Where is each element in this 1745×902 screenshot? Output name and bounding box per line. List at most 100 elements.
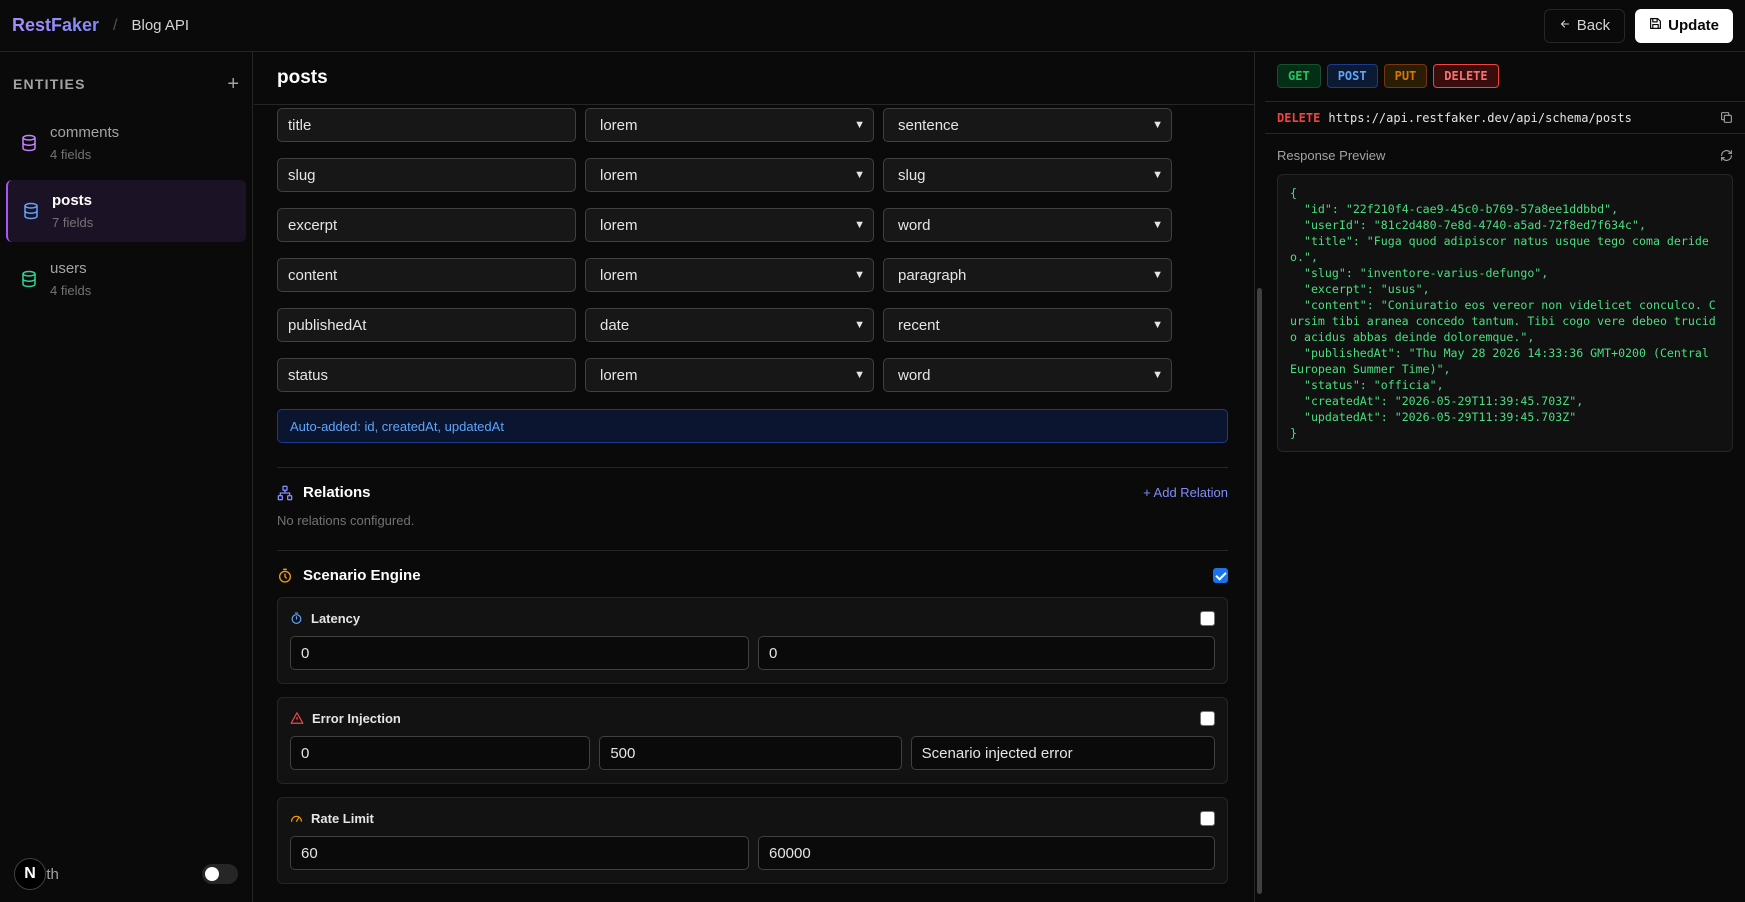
sidebar-item-comments[interactable]: comments 4 fields — [6, 112, 246, 174]
field-row: title lorem ▼ sentence ▼ — [277, 108, 1231, 142]
warning-icon — [290, 712, 304, 724]
chevron-down-icon: ▼ — [854, 269, 865, 281]
chevron-down-icon: ▼ — [854, 169, 865, 181]
brand-logo[interactable]: RestFaker — [12, 15, 99, 36]
field-name-input[interactable]: title — [277, 108, 576, 142]
update-button[interactable]: Update — [1635, 8, 1733, 43]
method-tab-post[interactable]: POST — [1326, 64, 1378, 88]
endpoint-url-bar: DELETE https://api.restfaker.dev/api/sch… — [1265, 101, 1745, 134]
add-relation-button[interactable]: + Add Relation — [1143, 485, 1228, 500]
error-status-input[interactable]: 500 — [599, 736, 902, 770]
refresh-icon[interactable] — [1720, 149, 1733, 162]
database-icon — [22, 134, 36, 152]
method-tab-get[interactable]: GET — [1277, 64, 1321, 88]
back-button[interactable]: Back — [1543, 8, 1626, 43]
add-entity-icon[interactable]: + — [227, 74, 239, 94]
entity-name: posts — [52, 192, 93, 209]
method-tabs: GET POST PUT DELETE — [1265, 52, 1745, 88]
entity-field-count: 7 fields — [52, 215, 94, 230]
scenario-header: Scenario Engine — [277, 567, 1228, 584]
next-badge[interactable]: N — [14, 858, 46, 890]
selected-value: slug — [898, 166, 926, 184]
sidebar-title: ENTITIES — [13, 76, 86, 92]
field-generator-select[interactable]: word ▼ — [883, 358, 1172, 392]
chevron-down-icon: ▼ — [1152, 319, 1163, 331]
divider — [277, 550, 1228, 551]
scrollbar-thumb[interactable] — [1257, 288, 1262, 894]
relations-empty-text: No relations configured. — [277, 513, 415, 528]
database-icon — [22, 270, 36, 288]
selected-value: sentence — [898, 116, 959, 134]
field-row: excerpt lorem ▼ word ▼ — [277, 208, 1231, 242]
field-name-input[interactable]: excerpt — [277, 208, 576, 242]
sidebar-item-users[interactable]: users 4 fields — [6, 248, 246, 310]
sidebar-footer: N uth — [0, 846, 252, 902]
error-injection-title: Error Injection — [312, 710, 401, 726]
field-row: content lorem ▼ paragraph ▼ — [277, 258, 1231, 292]
latency-checkbox[interactable] — [1200, 610, 1215, 626]
chevron-down-icon: ▼ — [854, 119, 865, 131]
top-bar: RestFaker / Blog API Back Update — [0, 0, 1745, 52]
error-message-input[interactable]: Scenario injected error — [910, 736, 1215, 770]
field-name-input[interactable]: slug — [277, 158, 576, 192]
field-generator-select[interactable]: paragraph ▼ — [883, 258, 1172, 292]
relations-icon — [277, 485, 293, 500]
field-name-input[interactable]: content — [277, 258, 576, 292]
entity-name: comments — [50, 124, 120, 141]
entity-field-count: 4 fields — [50, 283, 92, 298]
field-type-select[interactable]: date ▼ — [585, 308, 874, 342]
auth-toggle[interactable] — [202, 864, 238, 884]
field-type-select[interactable]: lorem ▼ — [585, 258, 874, 292]
latency-max-input[interactable]: 0 — [758, 636, 1215, 670]
response-json: { "id": "22f210f4-cae9-45c0-b769-57a8ee1… — [1277, 174, 1733, 452]
selected-value: lorem — [600, 366, 638, 384]
back-button-label: Back — [1576, 17, 1611, 34]
scenario-enabled-checkbox[interactable] — [1213, 568, 1228, 583]
chevron-down-icon: ▼ — [854, 319, 865, 331]
auto-added-notice: Auto-added: id, createdAt, updatedAt — [277, 409, 1228, 443]
chevron-down-icon: ▼ — [1152, 369, 1163, 381]
method-tab-put[interactable]: PUT — [1383, 64, 1428, 88]
timer-icon — [291, 611, 302, 624]
field-type-select[interactable]: lorem ▼ — [585, 208, 874, 242]
endpoint-url: https://api.restfaker.dev/api/schema/pos… — [1328, 110, 1632, 125]
method-tab-delete[interactable]: DELETE — [1433, 64, 1499, 88]
selected-value: lorem — [600, 166, 638, 184]
entity-field-count: 4 fields — [50, 147, 92, 162]
selected-value: lorem — [600, 116, 638, 134]
project-name: Blog API — [131, 17, 190, 34]
breadcrumb-separator: / — [113, 16, 118, 34]
field-type-select[interactable]: lorem ▼ — [585, 108, 874, 142]
latency-min-input[interactable]: 0 — [290, 636, 749, 670]
rate-window-input[interactable]: 60000 — [758, 836, 1215, 870]
latency-title: Latency — [311, 610, 361, 626]
error-injection-card: Error Injection 0 500 Scenario injected … — [277, 697, 1228, 784]
field-generator-select[interactable]: slug ▼ — [883, 158, 1172, 192]
field-type-select[interactable]: lorem ▼ — [585, 358, 874, 392]
selected-value: date — [600, 316, 630, 334]
field-generator-select[interactable]: recent ▼ — [883, 308, 1172, 342]
rate-limit-title: Rate Limit — [311, 810, 374, 826]
field-generator-select[interactable]: sentence ▼ — [883, 108, 1172, 142]
field-name-input[interactable]: status — [277, 358, 576, 392]
page-title: posts — [277, 67, 328, 88]
relations-header: Relations + Add Relation — [277, 484, 1228, 501]
field-type-select[interactable]: lorem ▼ — [585, 158, 874, 192]
gauge-icon — [291, 815, 302, 822]
field-generator-select[interactable]: word ▼ — [883, 208, 1172, 242]
main-scrollbar[interactable] — [1254, 52, 1264, 902]
entity-name: users — [50, 260, 87, 277]
error-injection-checkbox[interactable] — [1200, 710, 1215, 726]
copy-icon[interactable] — [1720, 111, 1733, 124]
sidebar: ENTITIES + comments 4 fields posts 7 fie… — [0, 52, 253, 902]
sidebar-item-posts[interactable]: posts 7 fields — [6, 180, 246, 242]
error-rate-input[interactable]: 0 — [290, 736, 591, 770]
field-name-input[interactable]: publishedAt — [277, 308, 576, 342]
chevron-down-icon: ▼ — [854, 219, 865, 231]
rate-limit-input[interactable]: 60 — [290, 836, 749, 870]
chevron-down-icon: ▼ — [1152, 119, 1163, 131]
rate-limit-checkbox[interactable] — [1200, 810, 1215, 826]
chevron-down-icon: ▼ — [854, 369, 865, 381]
relations-title: Relations — [303, 484, 371, 501]
field-row: slug lorem ▼ slug ▼ — [277, 158, 1231, 192]
